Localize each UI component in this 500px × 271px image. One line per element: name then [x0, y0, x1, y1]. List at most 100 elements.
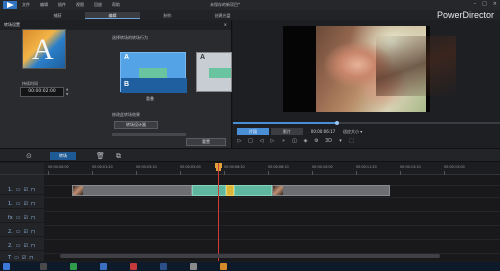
track-type-icon[interactable]: ▭	[16, 243, 21, 249]
track-enable-checkbox[interactable]: ☑	[22, 255, 26, 261]
track-header[interactable]: 2. ▭ ☑ ⊓	[0, 241, 44, 251]
taskbar-app-icon[interactable]	[160, 263, 167, 270]
powerdirector-logo-icon	[3, 1, 17, 9]
track-enable-checkbox[interactable]: ☑	[24, 229, 28, 235]
track-header[interactable]: 2. ▭ ☑ ⊓	[0, 227, 44, 237]
video-clip-2[interactable]	[272, 185, 390, 196]
track-type-icon[interactable]: ▭	[16, 229, 21, 235]
taskbar-app-icon[interactable]	[220, 263, 227, 270]
track-type-icon[interactable]: ▭	[16, 215, 21, 221]
track-label: fx	[8, 214, 13, 221]
track-type-icon[interactable]: ▭	[16, 187, 21, 193]
tab-create-disc[interactable]: 创建光盘	[195, 12, 250, 19]
snapshot-icon[interactable]: ◫	[291, 138, 298, 147]
timeline-scrollbar[interactable]	[60, 254, 440, 258]
transition-bar	[139, 68, 167, 78]
clip-thumbnail	[73, 186, 83, 195]
transition-clip[interactable]	[234, 185, 272, 196]
trash-icon[interactable]: 🗑	[96, 152, 105, 160]
lock-icon[interactable]: ⊓	[31, 201, 35, 207]
reset-button[interactable]: 重置	[186, 138, 226, 146]
split-icon[interactable]: ⧉	[116, 152, 121, 161]
transition-marker[interactable]	[226, 185, 234, 196]
track-type-icon[interactable]: ▭	[14, 255, 19, 261]
timeline-ruler[interactable]: 00:00:00:00 00:00:01:20 00:00:03:10 00:00:0…	[44, 163, 500, 175]
fit-size-label: 适应大小	[343, 129, 359, 134]
track-type-icon[interactable]: ▭	[16, 201, 21, 207]
menu-item-view[interactable]: 视图	[76, 2, 84, 8]
track-divider	[44, 225, 500, 226]
fast-forward-icon[interactable]: »	[280, 138, 287, 147]
scrub-handle[interactable]	[335, 121, 340, 125]
movie-mode-button[interactable]: 影片	[271, 128, 303, 135]
taskbar-app-icon[interactable]	[130, 263, 137, 270]
taskbar-app-icon[interactable]	[190, 263, 197, 270]
maximize-icon[interactable]: □	[482, 1, 487, 7]
track-label: T	[8, 254, 12, 261]
transition-preview: A	[22, 29, 66, 69]
menu-item-file[interactable]: 文件	[22, 2, 30, 8]
close-icon[interactable]: ×	[493, 1, 497, 7]
taskbar-app-icon[interactable]	[40, 263, 47, 270]
menu-item-playback[interactable]: 回放	[94, 2, 102, 8]
fullscreen-icon[interactable]: ⬚	[348, 138, 355, 147]
taskbar-app-icon[interactable]	[100, 263, 107, 270]
stop-icon[interactable]: □	[247, 138, 254, 147]
start-icon[interactable]	[3, 263, 10, 270]
scrub-bar[interactable]	[233, 121, 500, 125]
scrub-progress	[233, 122, 338, 124]
lock-icon[interactable]: ⊓	[31, 215, 35, 221]
transition-designer-button[interactable]: 转场设计器	[114, 121, 158, 129]
tab-edit[interactable]: 编辑	[85, 12, 140, 19]
zoom-3d-label[interactable]: 3D	[324, 138, 333, 147]
cross-option[interactable]: A	[196, 52, 232, 92]
track-header[interactable]: 1. ▭ ☑ ⊓	[0, 199, 44, 209]
track-header[interactable]: fx ▭ ☑ ⊓	[0, 213, 44, 223]
clip-thumbnail	[273, 186, 283, 195]
close-icon[interactable]: ×	[224, 20, 227, 30]
transition-clip[interactable]	[192, 185, 226, 196]
menu-item-plugins[interactable]: 插件	[58, 2, 66, 8]
lock-icon[interactable]: ⊓	[31, 243, 35, 249]
modify-label: 修改此转场效果	[112, 112, 140, 117]
transition-room-button[interactable]: 转场	[50, 152, 76, 160]
mode-tabs: 捕获 编辑 制作 创建光盘	[30, 12, 250, 19]
lock-icon[interactable]: ⊓	[29, 255, 33, 261]
menu-item-edit[interactable]: 编辑	[40, 2, 48, 8]
prev-frame-icon[interactable]: ◁	[258, 138, 265, 147]
track-enable-checkbox[interactable]: ☑	[23, 215, 27, 221]
chevron-down-icon[interactable]: ▾	[337, 138, 344, 147]
taskbar-app-icon[interactable]	[70, 263, 77, 270]
lock-view-icon[interactable]: ⊙	[26, 152, 32, 160]
track-header[interactable]: 1. ▭ ☑ ⊓	[0, 185, 44, 195]
track-enable-checkbox[interactable]: ☑	[24, 201, 28, 207]
tab-produce[interactable]: 制作	[140, 12, 195, 19]
tab-capture[interactable]: 捕获	[30, 12, 85, 19]
volume-icon[interactable]: ◈	[302, 138, 309, 147]
duration-stepper[interactable]: ▲ ▼	[66, 87, 70, 97]
menu-item-help[interactable]: 帮助	[112, 2, 120, 8]
lock-icon[interactable]: ⊓	[31, 187, 35, 193]
track-headers: 1. ▭ ☑ ⊓ 1. ▭ ☑ ⊓ fx ▭ ☑ ⊓ 2. ▭ ☑ ⊓ 2. ▭ ☑ ⊓ T ▭ ☑ ⊓	[0, 175, 44, 263]
os-taskbar	[0, 262, 500, 271]
next-frame-icon[interactable]: ▷	[269, 138, 276, 147]
duration-field[interactable]: 00:00:02:00	[20, 87, 64, 97]
overlap-option[interactable]: A B	[120, 52, 187, 93]
track-enable-checkbox[interactable]: ☑	[24, 187, 28, 193]
video-clip-1[interactable]	[72, 185, 192, 196]
chevron-down-icon: ▾	[360, 129, 363, 134]
fit-size-dropdown[interactable]: 适应大小 ▾	[343, 128, 373, 135]
timeline-toolbar: ⊙ 转场 🗑 ⧉	[0, 148, 500, 162]
ruler-tick-label: 00:00:13:10	[400, 165, 421, 169]
minimize-icon[interactable]: –	[474, 1, 477, 7]
clip-mode-button[interactable]: 片段	[237, 128, 269, 135]
lock-icon[interactable]: ⊓	[31, 229, 35, 235]
panel-scrollbar[interactable]	[112, 133, 186, 136]
track-header-corner	[0, 163, 44, 175]
playhead[interactable]	[218, 163, 219, 261]
ruler-tick-label: 00:00:08:10	[268, 165, 289, 169]
settings-icon[interactable]: ⚙	[313, 138, 320, 147]
play-icon[interactable]: ▷	[236, 138, 243, 147]
track-enable-checkbox[interactable]: ☑	[24, 243, 28, 249]
clip-a-letter: A	[124, 54, 130, 61]
